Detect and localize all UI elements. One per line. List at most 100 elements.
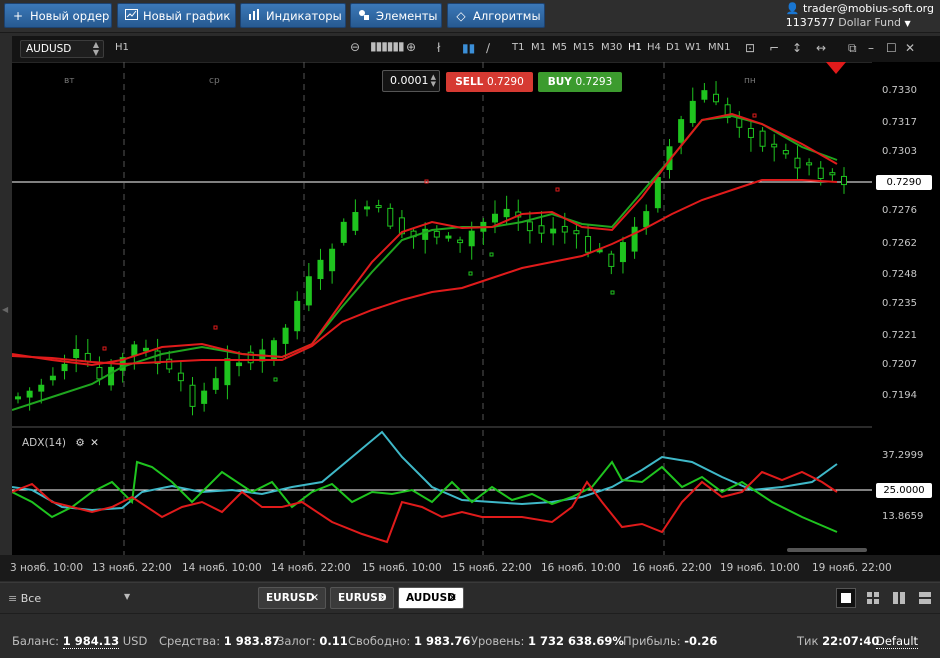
candle — [782, 150, 789, 155]
tab-timeframe-m30[interactable]: M30 — [601, 42, 622, 53]
candle — [794, 157, 801, 169]
indicators-button[interactable]: Индикаторы — [240, 3, 346, 28]
close-icon[interactable]: ✕ — [90, 437, 99, 449]
close-icon[interactable]: ✕ — [310, 588, 319, 608]
filter-select[interactable]: ≡ Все ▼ — [8, 592, 130, 605]
symbol-selector[interactable]: AUDUSD ▲ ▼ — [20, 40, 104, 58]
price-tick-label: 0.7248 — [882, 269, 917, 280]
tab-timeframe-w1[interactable]: W1 — [685, 42, 701, 53]
candle — [713, 93, 720, 103]
close-icon[interactable]: ✕ — [448, 588, 457, 608]
candle — [177, 372, 184, 382]
layout-single-icon[interactable] — [836, 588, 856, 608]
price-tick-label: 0.7207 — [882, 359, 917, 370]
new-chart-button[interactable]: Новый график — [117, 3, 236, 28]
spinner-icon: ▲ ▼ — [92, 40, 99, 57]
tab-timeframe-h4[interactable]: H4 — [647, 42, 661, 53]
tab-timeframe-d1[interactable]: D1 — [666, 42, 680, 53]
account-email: trader@mobius-soft.org — [803, 2, 934, 15]
vertical-line-icon[interactable]: ↕ — [792, 41, 802, 55]
tab-timeframe-t1[interactable]: T1 — [512, 42, 524, 53]
chevron-down-icon: ▼ — [904, 19, 911, 28]
timeframe-label: H1 — [115, 42, 129, 53]
tab-timeframe-mn1[interactable]: MN1 — [708, 42, 730, 53]
maximize-icon[interactable]: ☐ — [886, 41, 897, 55]
account-info[interactable]: 👤 trader@mobius-soft.org 1137577 Dollar … — [786, 2, 934, 31]
layout-rows-icon[interactable] — [915, 588, 935, 608]
candles — [15, 81, 847, 416]
zoom-in-icon[interactable]: ⊕ — [406, 40, 416, 54]
chart-toolbar: AUDUSD ▲ ▼ H1 ⊖ ▮▮▮▮▮▮ ⊕ ł ▮▮ ∕ T1 M1 M5 M15… — [12, 36, 940, 63]
candle-chart-type-icon[interactable]: ▮▮ — [462, 41, 475, 55]
tab-eurusd[interactable]: EURUSD ✕ — [258, 587, 326, 609]
tab-eurusd[interactable]: EURUSD ✕ — [330, 587, 394, 609]
scroll-to-end-icon[interactable] — [826, 62, 846, 74]
fast-ma-line — [12, 114, 838, 411]
line-chart-type-icon[interactable]: ∕ — [486, 41, 490, 55]
slow-ma-line — [12, 179, 838, 366]
horizontal-line-icon[interactable]: ↔ — [816, 41, 826, 55]
candle — [806, 162, 813, 166]
price-tick-label: 0.7330 — [882, 85, 917, 96]
fractal-marker — [273, 377, 278, 382]
candle — [26, 390, 33, 398]
tick-time: Тик 22:07:40 — [797, 634, 880, 648]
minimize-icon[interactable]: – — [868, 41, 874, 55]
zoom-slider-icon[interactable]: ▮▮▮▮▮▮ — [370, 39, 405, 53]
layout-columns-icon[interactable] — [889, 588, 909, 608]
fractal-marker — [610, 290, 615, 295]
close-chart-icon[interactable]: ✕ — [905, 41, 915, 55]
candle — [96, 367, 103, 380]
gear-icon[interactable]: ⚙ — [75, 437, 84, 449]
tab-audusd[interactable]: AUDUSD ✕ — [398, 587, 464, 609]
close-icon[interactable]: ✕ — [378, 588, 387, 608]
balance: Баланс: 1 984.13 USD — [12, 634, 148, 649]
detach-icon[interactable]: ⧉ — [848, 41, 857, 56]
new-order-button[interactable]: + Новый ордер — [4, 3, 112, 28]
candle — [212, 378, 219, 390]
time-tick-label: 16 нояб. 10:00 — [541, 562, 621, 574]
candle — [108, 366, 115, 386]
candle — [503, 208, 510, 218]
sell-button[interactable]: SELL 0.7290 — [446, 72, 533, 92]
tab-timeframe-m5[interactable]: M5 — [552, 42, 567, 53]
layout-grid-icon[interactable] — [863, 588, 883, 608]
algorithms-button[interactable]: ◇ Алгоритмы — [447, 3, 545, 28]
tab-timeframe-m15[interactable]: M15 — [573, 42, 594, 53]
account-fund: Dollar Fund — [838, 16, 902, 29]
candle — [49, 375, 56, 381]
default-profile[interactable]: Default — [876, 634, 919, 649]
zoom-out-icon[interactable]: ⊖ — [350, 40, 360, 54]
candle — [282, 327, 289, 344]
time-tick-label: 15 нояб. 10:00 — [362, 562, 442, 574]
tab-timeframe-h1[interactable]: H1 — [628, 42, 642, 53]
indicator-level-label: 25.0000 — [876, 483, 932, 498]
bar-chart-type-icon[interactable]: ł — [437, 41, 440, 55]
volume-input[interactable]: 0.0001 ▲ ▼ — [382, 70, 440, 92]
adx-minus-di-line — [12, 470, 838, 544]
tab-timeframe-m1[interactable]: M1 — [531, 42, 546, 53]
candle — [759, 130, 766, 147]
price-chart-canvas[interactable] — [12, 62, 872, 555]
draw-tool-icon[interactable]: ⌐ — [769, 41, 779, 55]
time-axis: 3 нояб. 10:00 13 нояб. 22:00 14 нояб. 10:0… — [0, 555, 940, 581]
equity: Средства: 1 983.87 — [159, 634, 281, 648]
profit: Прибыль: -0.26 — [623, 634, 718, 648]
candle — [841, 175, 847, 186]
candle — [317, 259, 324, 280]
candle — [457, 239, 464, 244]
adx-indicator-label: ADX(14) ⚙ ✕ — [22, 437, 99, 449]
time-tick-label: 15 нояб. 22:00 — [452, 562, 532, 574]
plus-icon: + — [12, 8, 24, 23]
candle — [550, 228, 557, 234]
candle — [61, 363, 68, 372]
candle — [364, 206, 371, 210]
buy-button[interactable]: BUY 0.7293 — [538, 72, 622, 92]
left-panel-toggle-icon[interactable]: ◀ — [2, 305, 8, 314]
candle — [701, 90, 708, 100]
candle — [829, 172, 836, 176]
elements-button[interactable]: Элементы — [350, 3, 442, 28]
pane-separator — [12, 426, 872, 428]
crosshair-icon[interactable]: ⊡ — [745, 41, 755, 55]
candle — [771, 143, 778, 148]
